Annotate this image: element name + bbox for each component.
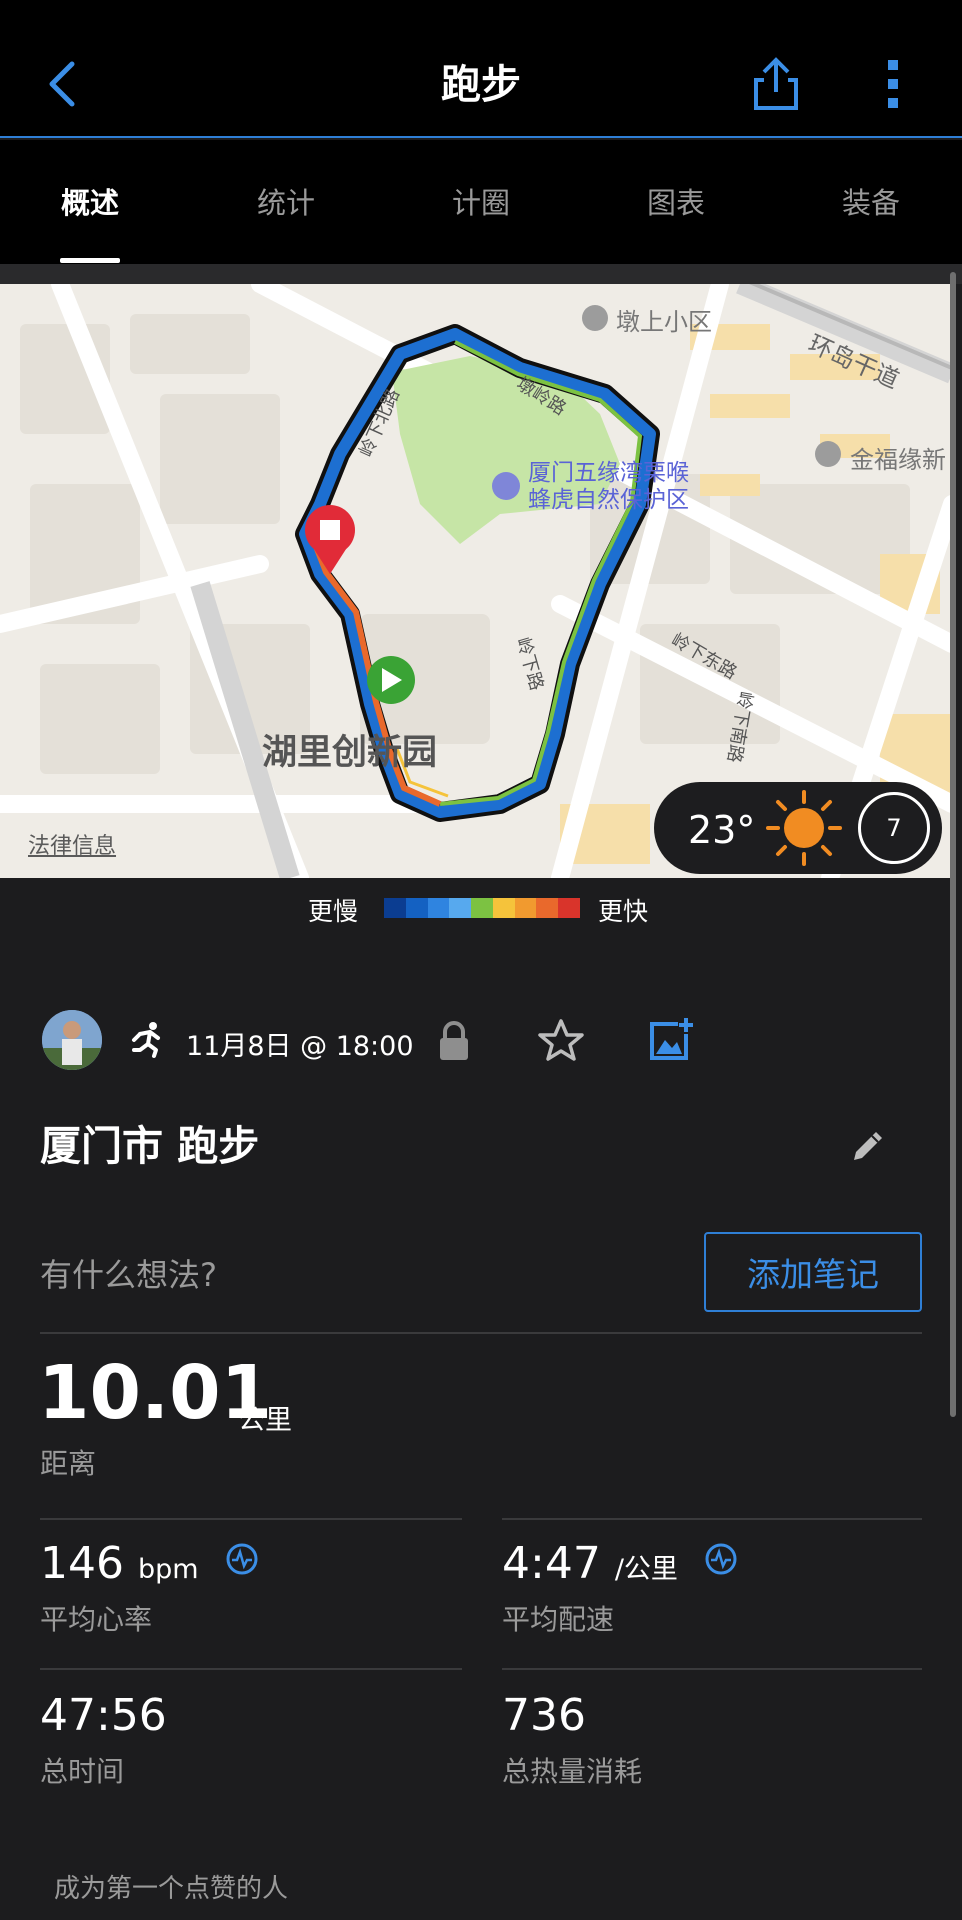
- divider: [40, 1668, 462, 1670]
- total-time-value: 47:56: [40, 1690, 167, 1741]
- more-options-button[interactable]: [880, 58, 908, 110]
- legend-color-bar: [384, 898, 581, 918]
- pencil-icon: [854, 1132, 882, 1160]
- heart-rate-label: 平均心率: [40, 1603, 153, 1636]
- wind-speed: 7: [858, 792, 930, 864]
- heart-rate-stat: 146 bpm 平均心率: [40, 1542, 259, 1638]
- add-note-button[interactable]: 添加笔记: [704, 1232, 922, 1312]
- distance-value: 10.01: [38, 1350, 273, 1436]
- tab-stats[interactable]: 统计: [216, 180, 356, 222]
- heart-rate-unit: bpm: [137, 1554, 199, 1585]
- pace-value: 4:47: [502, 1538, 601, 1589]
- tab-laps[interactable]: 计圈: [411, 180, 551, 222]
- add-photo-icon[interactable]: [648, 1016, 694, 1062]
- avatar[interactable]: [42, 1010, 102, 1070]
- share-button[interactable]: [752, 56, 800, 112]
- weather-badge: 23° 7: [654, 782, 942, 874]
- distance-label: 距离: [40, 1447, 97, 1480]
- pace-unit: /公里: [614, 1554, 678, 1585]
- calories-label: 总热量消耗: [502, 1755, 643, 1788]
- running-icon: [126, 1020, 166, 1060]
- tab-charts[interactable]: 图表: [606, 180, 746, 222]
- lock-icon[interactable]: [436, 1020, 472, 1062]
- map-label-park-line2: 蜂虎自然保护区: [528, 487, 689, 513]
- activity-meta-row: 11月8日 @ 18:00: [0, 1008, 962, 1074]
- more-vertical-icon: [888, 60, 898, 108]
- tab-overview[interactable]: 概述: [20, 180, 160, 222]
- tab-gear[interactable]: 装备: [801, 180, 941, 222]
- map-label-park-line1: 厦门五缘湾栗喉: [528, 460, 689, 486]
- map-label-area: 湖里创新园: [262, 733, 438, 773]
- heart-rate-sensor-icon[interactable]: [225, 1542, 259, 1576]
- pace-label: 平均配速: [502, 1603, 615, 1636]
- sun-icon: [766, 790, 842, 866]
- tab-bar: 概述 统计 计圈 图表 装备: [0, 140, 962, 264]
- legal-info-link[interactable]: 法律信息: [28, 828, 116, 860]
- map-label-residential: 墩上小区: [616, 308, 712, 336]
- share-icon: [754, 57, 798, 110]
- activity-datetime: 11月8日 @ 18:00: [186, 1031, 414, 1062]
- star-icon[interactable]: [538, 1018, 584, 1062]
- scrollbar[interactable]: [950, 272, 956, 1417]
- heart-rate-value: 146: [40, 1538, 124, 1589]
- calories-value: 736: [502, 1690, 586, 1741]
- divider: [40, 1518, 462, 1520]
- total-time-label: 总时间: [40, 1755, 125, 1788]
- page-title: 跑步: [441, 62, 521, 108]
- pace-stat: 4:47 /公里 平均配速: [502, 1542, 738, 1638]
- activity-title: 厦门市 跑步: [40, 1122, 260, 1170]
- pace-sensor-icon[interactable]: [704, 1542, 738, 1576]
- map-label-residential-2: 金福缘新: [850, 446, 946, 474]
- calories-stat: 736 总热量消耗: [502, 1694, 642, 1790]
- route-map[interactable]: 墩上小区 环岛干道 金福缘新 厦门五缘湾栗喉 蜂虎自然保护区 墩岭路 岭下北路 …: [0, 284, 952, 878]
- total-time-stat: 47:56 总时间: [40, 1694, 167, 1790]
- thoughts-prompt[interactable]: 有什么想法?: [40, 1250, 217, 1296]
- avatar-image: [42, 1010, 102, 1070]
- legend-faster-label: 更快: [598, 897, 649, 926]
- legend-slower-label: 更慢: [308, 897, 359, 926]
- separator: [0, 264, 962, 284]
- divider: [502, 1518, 922, 1520]
- divider: [502, 1668, 922, 1670]
- speed-legend: 更慢 更快: [0, 880, 962, 934]
- active-tab-indicator: [60, 258, 120, 263]
- temperature: 23°: [688, 808, 756, 852]
- first-like-link[interactable]: 成为第一个点赞的人: [54, 1868, 288, 1905]
- map-label-park: 厦门五缘湾栗喉 蜂虎自然保护区: [528, 460, 689, 514]
- divider: [40, 1332, 922, 1334]
- edit-title-button[interactable]: [848, 1126, 888, 1166]
- top-bar: 跑步: [0, 0, 962, 138]
- distance-unit: 公里: [238, 1405, 292, 1436]
